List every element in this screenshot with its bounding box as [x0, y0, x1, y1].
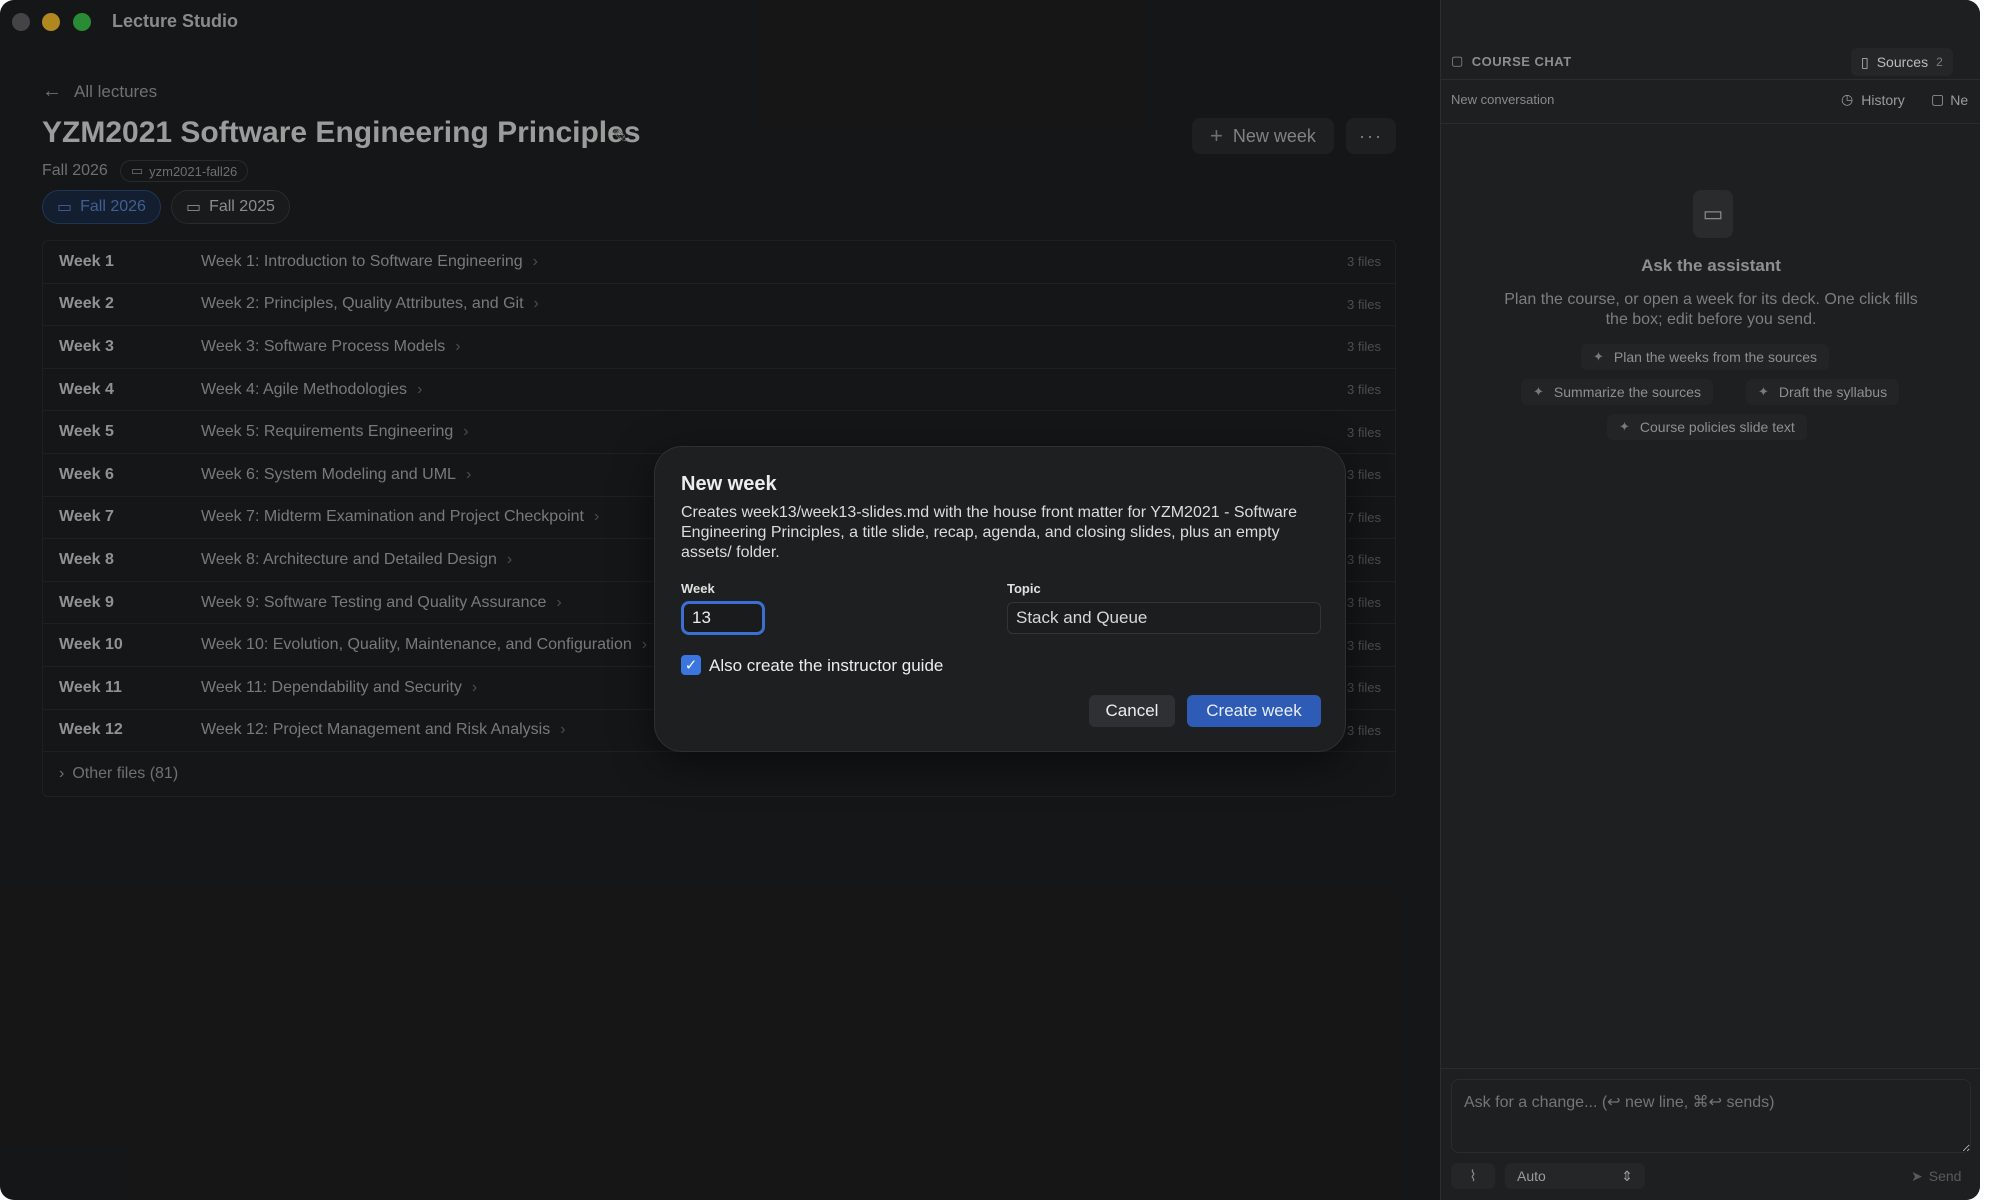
sources-button[interactable]: ▯ Sources 2 [1851, 48, 1953, 76]
course-chat-panel: ▢ COURSE CHAT ▯ Sources 2 New conversati… [1440, 0, 1980, 1200]
history-button[interactable]: ◷ History [1841, 91, 1905, 108]
assistant-title: Ask the assistant [1641, 256, 1781, 275]
week-field-label: Week [681, 581, 715, 596]
model-select[interactable]: Auto ⇕ [1505, 1163, 1645, 1189]
instructor-guide-checkbox[interactable]: ✓ [681, 655, 701, 675]
chat-bubble-icon: ▭ [1693, 190, 1733, 238]
paperclip-icon[interactable]: ⌇ [1451, 1163, 1495, 1189]
new-chat-button[interactable]: ▢ Ne [1931, 91, 1968, 108]
chat-bubble-icon: ▢ [1451, 53, 1464, 68]
model-select-value: Auto [1517, 1168, 1546, 1184]
updown-chevron-icon: ⇕ [1621, 1167, 1633, 1184]
conversation-title: New conversation [1451, 92, 1555, 107]
new-week-dialog: New week Creates week13/week13-slides.md… [654, 446, 1346, 752]
suggestion-syllabus[interactable]: ✦ Draft the syllabus [1746, 379, 1900, 405]
send-button[interactable]: ➤ Send [1911, 1163, 1961, 1189]
chat-input[interactable] [1451, 1079, 1971, 1153]
chat-title: ▢ COURSE CHAT [1451, 53, 1572, 69]
history-button-label: History [1861, 91, 1905, 108]
assistant-description: Plan the course, or open a week for its … [1504, 291, 1918, 328]
chat-header: ▢ COURSE CHAT ▯ Sources 2 [1441, 44, 1980, 80]
dialog-title: New week [681, 473, 777, 495]
send-button-label: Send [1928, 1168, 1962, 1184]
chat-title-text: COURSE CHAT [1471, 53, 1572, 69]
book-icon: ▯ [1861, 53, 1869, 70]
suggestion-plan-weeks[interactable]: ✦ Plan the weeks from the sources [1581, 344, 1830, 370]
chat-composer: ⌇ Auto ⇕ ➤ Send [1441, 1068, 1980, 1200]
suggestion-label: Plan the weeks from the sources [1613, 349, 1818, 365]
sparkle-icon: ✦ [1758, 384, 1769, 399]
conversation-bar: New conversation ◷ History ▢ Ne [1441, 80, 1980, 124]
app-window: Lecture Studio ← All lectures YZM2021 So… [0, 0, 1980, 1200]
suggestion-summarize[interactable]: ✦ Summarize the sources [1521, 379, 1713, 405]
topic-field-label: Topic [1007, 581, 1041, 596]
send-icon: ➤ [1911, 1167, 1923, 1184]
instructor-guide-label[interactable]: Also create the instructor guide [709, 656, 943, 676]
sources-button-label: Sources [1876, 54, 1929, 70]
clock-icon: ◷ [1841, 91, 1854, 107]
sources-count-badge: 2 [1936, 55, 1943, 69]
create-week-button[interactable]: Create week [1187, 695, 1321, 727]
sparkle-icon: ✦ [1533, 384, 1544, 399]
checkmark-icon: ✓ [684, 657, 698, 674]
suggestion-label: Summarize the sources [1553, 384, 1701, 400]
sparkle-icon: ✦ [1619, 419, 1630, 434]
topic-input[interactable] [1007, 602, 1321, 634]
sparkle-icon: ✦ [1593, 349, 1604, 364]
suggestion-policies[interactable]: ✦ Course policies slide text [1607, 414, 1807, 440]
week-number-input[interactable] [681, 601, 765, 635]
dialog-description: Creates week13/week13-slides.md with the… [681, 504, 1297, 561]
new-chat-button-label: Ne [1950, 91, 1969, 108]
suggestion-label: Course policies slide text [1639, 419, 1795, 435]
new-chat-icon: ▢ [1931, 91, 1945, 107]
cancel-button[interactable]: Cancel [1089, 695, 1175, 727]
suggestion-label: Draft the syllabus [1778, 384, 1888, 400]
